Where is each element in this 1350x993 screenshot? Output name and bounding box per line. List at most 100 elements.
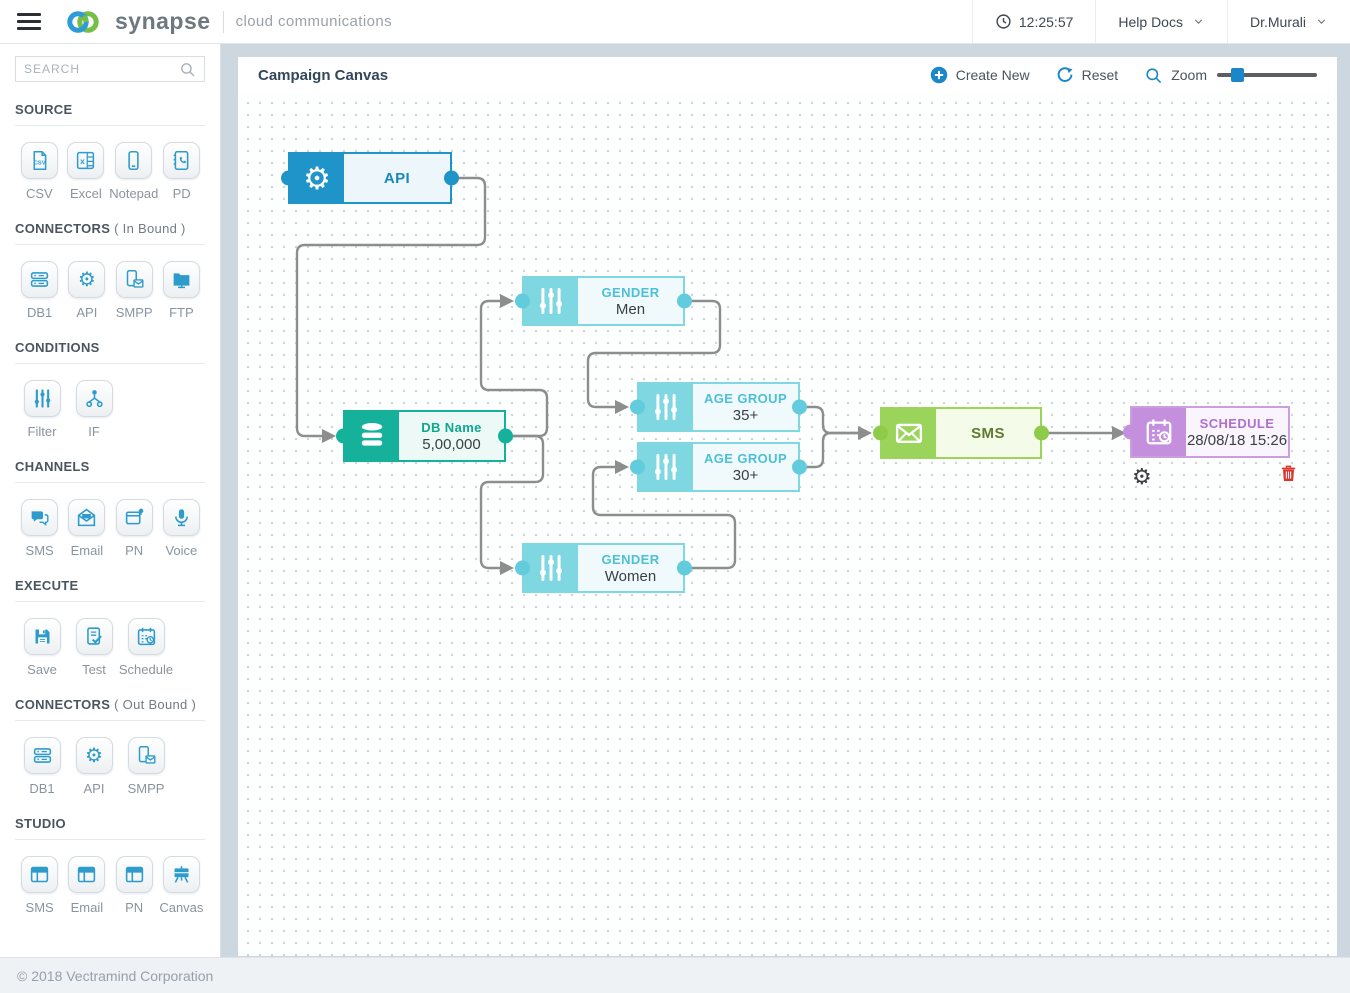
output-port[interactable]: [1034, 426, 1049, 441]
reset-button[interactable]: Reset: [1056, 66, 1119, 84]
outbound-api-tool[interactable]: ⚙: [76, 737, 113, 774]
section-title: CHANNELS: [15, 459, 90, 474]
input-port[interactable]: [281, 171, 296, 186]
help-docs-menu[interactable]: Help Docs: [1095, 0, 1227, 43]
outbound-smpp-tool[interactable]: [128, 737, 165, 774]
execute-test-tool[interactable]: [76, 618, 113, 655]
channels-voice-tool[interactable]: [163, 499, 200, 536]
source-notepad-tool[interactable]: [115, 142, 152, 179]
section-title: CONDITIONS: [15, 340, 100, 355]
filter-sliders-icon: [651, 452, 681, 482]
node-title: AGE GROUP: [704, 391, 787, 406]
source-pd-tool[interactable]: [163, 142, 200, 179]
search-input[interactable]: [24, 62, 179, 76]
tool-label: DB1: [29, 781, 54, 796]
zoom-slider-handle[interactable]: [1231, 68, 1244, 82]
excel-file-icon: [75, 150, 96, 171]
input-port[interactable]: [336, 429, 351, 444]
tool-label: PN: [125, 900, 143, 915]
node-value: Men: [616, 301, 645, 318]
flow-node-schedule[interactable]: SCHEDULE 28/08/18 15:26: [1130, 406, 1290, 458]
server-icon: [29, 269, 50, 290]
search-box[interactable]: [15, 56, 205, 82]
server-icon: [32, 745, 53, 766]
hamburger-menu-icon[interactable]: [17, 13, 41, 30]
input-port[interactable]: [630, 460, 645, 475]
campaign-canvas[interactable]: ⚙ API GENDER Men DB Name 5,00,000: [238, 93, 1337, 956]
inbound-api-tool[interactable]: ⚙: [68, 261, 105, 298]
studio-canvas-tool[interactable]: [163, 856, 200, 893]
input-port[interactable]: [1123, 425, 1138, 440]
output-port[interactable]: [498, 429, 513, 444]
section-divider: [15, 839, 205, 840]
node-delete-trash-icon[interactable]: [1279, 464, 1298, 483]
flow-node-gender-women[interactable]: GENDER Women: [522, 543, 685, 593]
output-port[interactable]: [792, 460, 807, 475]
output-port[interactable]: [792, 400, 807, 415]
tool-label: Test: [82, 662, 106, 677]
zoom-magnifier-icon: [1144, 66, 1163, 85]
execute-schedule-tool[interactable]: [128, 618, 165, 655]
input-port[interactable]: [515, 561, 530, 576]
create-new-button[interactable]: Create New: [930, 66, 1030, 84]
output-port[interactable]: [444, 171, 459, 186]
page-title: Campaign Canvas: [258, 67, 388, 84]
output-port[interactable]: [677, 561, 692, 576]
conditions-if-tool[interactable]: [76, 380, 113, 417]
studio-sms-tool[interactable]: [21, 856, 58, 893]
section-title: SOURCE: [15, 102, 72, 117]
channels-email-tool[interactable]: [68, 499, 105, 536]
input-port[interactable]: [630, 400, 645, 415]
canvas-header: Campaign Canvas Create New Reset Zoom: [238, 57, 1337, 93]
section-connectors-inbound: CONNECTORS ( In Bound ) DB1 ⚙API SMPP FT…: [0, 221, 220, 320]
calendar-clock-icon: [136, 626, 157, 647]
section-title: STUDIO: [15, 816, 66, 831]
microphone-icon: [171, 507, 192, 528]
filter-sliders-icon: [32, 388, 53, 409]
execute-save-tool[interactable]: [24, 618, 61, 655]
flow-node-api[interactable]: ⚙ API: [288, 152, 452, 204]
channels-pn-tool[interactable]: [116, 499, 153, 536]
inbound-db1-tool[interactable]: [21, 261, 58, 298]
node-settings-gear-icon[interactable]: ⚙: [1132, 464, 1152, 490]
source-csv-tool[interactable]: [21, 142, 58, 179]
output-port[interactable]: [677, 294, 692, 309]
outbound-db1-tool[interactable]: [24, 737, 61, 774]
tool-label: Filter: [28, 424, 57, 439]
flow-node-age-group-35[interactable]: AGE GROUP 35+: [637, 382, 800, 432]
user-menu[interactable]: Dr.Murali: [1227, 0, 1350, 43]
node-title: AGE GROUP: [704, 451, 787, 466]
time-text: 12:25:57: [1019, 14, 1074, 30]
section-connectors-outbound: CONNECTORS ( Out Bound ) DB1 ⚙API SMPP: [0, 697, 220, 796]
sidebar: SOURCE CSV Excel Notepad PD CONNECTORS (…: [0, 44, 221, 957]
app-header: synapse cloud communications 12:25:57 He…: [0, 0, 1350, 44]
source-excel-tool[interactable]: [67, 142, 104, 179]
studio-pn-tool[interactable]: [116, 856, 153, 893]
flow-node-age-group-30[interactable]: AGE GROUP 30+: [637, 442, 800, 492]
easel-icon: [171, 864, 192, 885]
section-divider: [15, 363, 205, 364]
input-port[interactable]: [515, 294, 530, 309]
edge-age35-to-sms: [800, 407, 858, 433]
brand-name: synapse: [115, 8, 211, 35]
tool-label: Notepad: [109, 186, 158, 201]
inbound-ftp-tool[interactable]: [163, 261, 200, 298]
flow-node-gender-men[interactable]: GENDER Men: [522, 276, 685, 326]
conditions-filter-tool[interactable]: [24, 380, 61, 417]
studio-email-tool[interactable]: [68, 856, 105, 893]
tool-label: Voice: [165, 543, 197, 558]
flow-node-sms[interactable]: SMS: [880, 407, 1042, 459]
tool-label: CSV: [26, 186, 53, 201]
channels-sms-tool[interactable]: [21, 499, 58, 536]
node-title: SCHEDULE: [1200, 416, 1275, 431]
zoom-slider[interactable]: [1217, 68, 1317, 82]
flow-node-db-name[interactable]: DB Name 5,00,000: [343, 410, 506, 462]
inbound-smpp-tool[interactable]: [116, 261, 153, 298]
section-title: EXECUTE: [15, 578, 79, 593]
section-channels: CHANNELS SMS Email PN Voice: [0, 459, 220, 558]
tool-label: Excel: [70, 186, 102, 201]
input-port[interactable]: [873, 426, 888, 441]
gear-icon: ⚙: [85, 746, 103, 766]
clock-icon: [995, 13, 1012, 30]
filter-sliders-icon: [536, 553, 566, 583]
